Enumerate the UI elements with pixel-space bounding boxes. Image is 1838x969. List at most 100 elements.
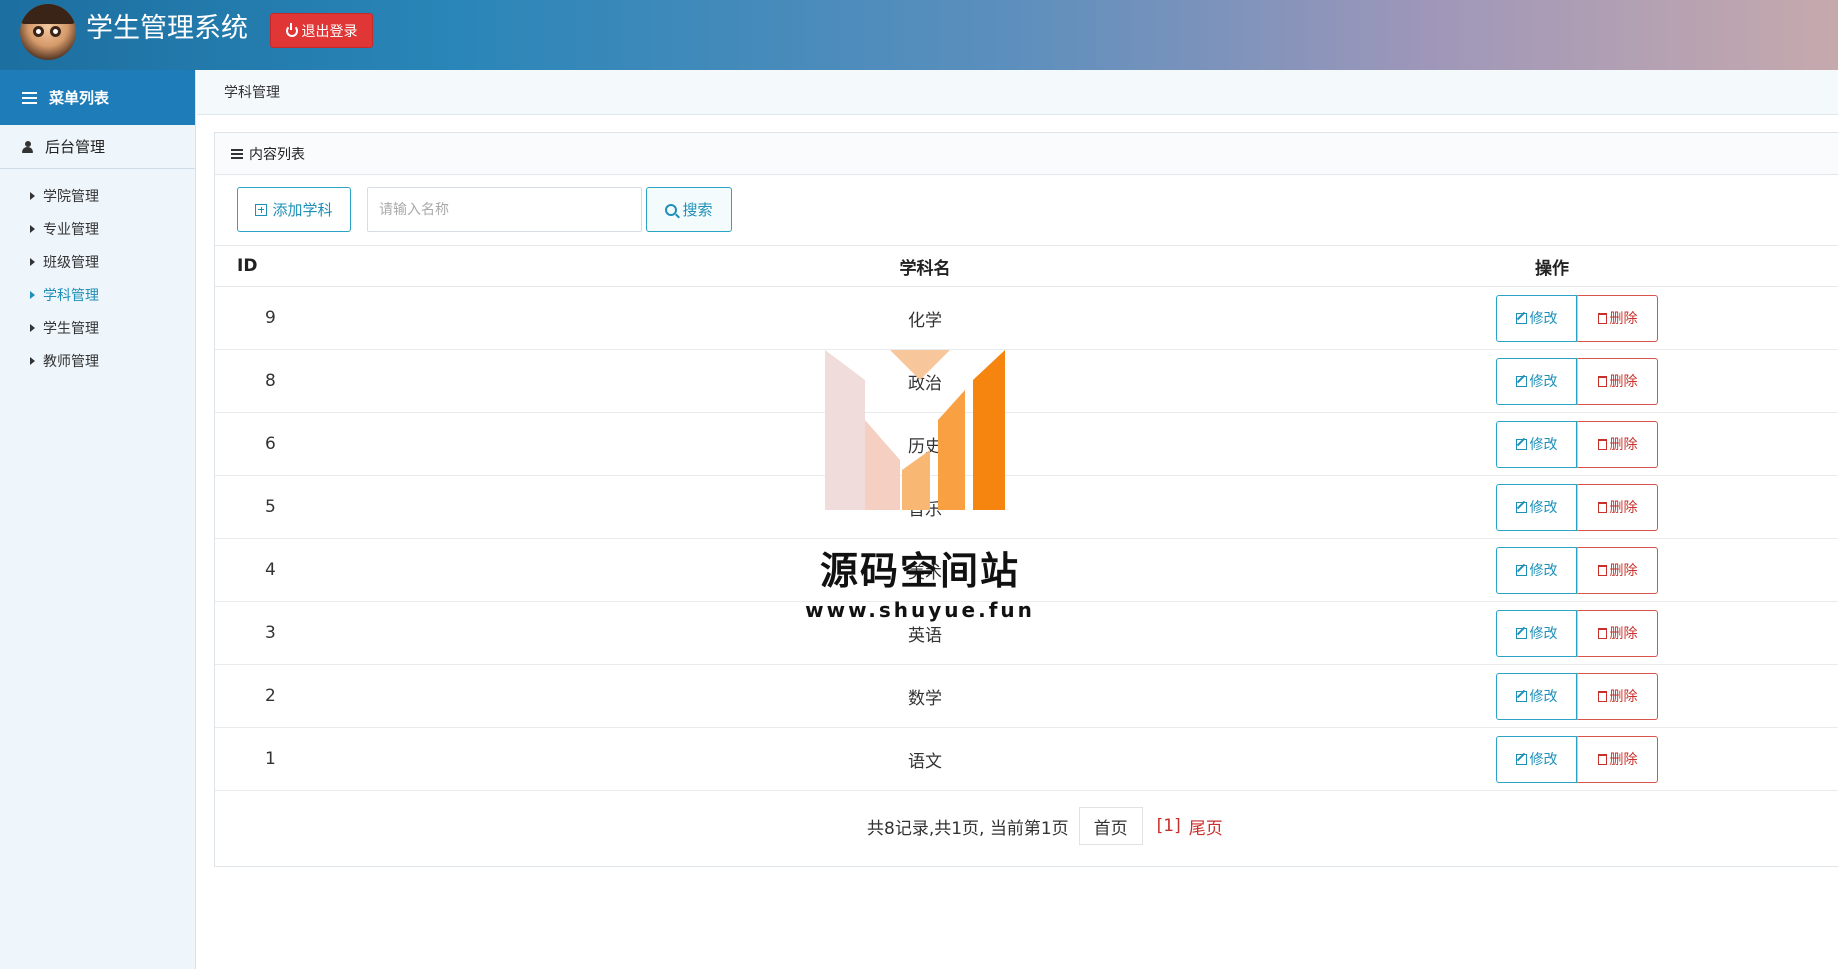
edit-label: 修改 (1529, 563, 1558, 579)
sidebar-item-subject[interactable]: 学科管理 (0, 278, 195, 311)
sidebar: 菜单列表 后台管理 学院管理 专业管理 班级管理 学科管理 学生管理 教师管理 (0, 70, 196, 969)
trash-icon (1597, 690, 1607, 702)
search-button[interactable]: 搜索 (646, 187, 732, 232)
action-group: 修改 删除 (1496, 420, 1658, 468)
delete-button[interactable]: 删除 (1577, 420, 1658, 468)
delete-button[interactable]: 删除 (1577, 546, 1658, 594)
caret-right-icon (30, 257, 35, 266)
sidebar-item-major[interactable]: 专业管理 (0, 212, 195, 245)
trash-icon (1597, 375, 1607, 387)
caret-right-icon (30, 356, 35, 365)
cell-id: 9 (215, 286, 755, 350)
edit-label: 修改 (1529, 374, 1558, 390)
edit-button[interactable]: 修改 (1496, 420, 1577, 468)
caret-right-icon (30, 290, 35, 299)
edit-button[interactable]: 修改 (1496, 672, 1577, 720)
sidebar-item-label: 班级管理 (43, 254, 99, 271)
delete-button[interactable]: 删除 (1577, 483, 1658, 531)
cell-id: 4 (215, 538, 755, 602)
delete-label: 删除 (1609, 437, 1638, 453)
table-row: 6 历史 修改 删除 (215, 412, 1838, 476)
search-icon (665, 203, 678, 216)
plus-square-icon (255, 203, 268, 216)
delete-label: 删除 (1609, 500, 1638, 516)
menu-group-label: 后台管理 (45, 138, 106, 156)
top-header: 学生管理系统 退出登录 (0, 0, 1838, 70)
cell-actions: 修改 删除 (1095, 475, 1838, 539)
edit-button[interactable]: 修改 (1496, 483, 1577, 531)
panel-title: 内容列表 (249, 146, 305, 163)
cell-id: 1 (215, 727, 755, 791)
pagination-summary: 共8记录,共1页, 当前第1页 (867, 818, 1069, 839)
delete-button[interactable]: 删除 (1577, 294, 1658, 342)
action-group: 修改 删除 (1496, 357, 1658, 405)
edit-button[interactable]: 修改 (1496, 294, 1577, 342)
action-group: 修改 删除 (1496, 735, 1658, 783)
cell-actions: 修改 删除 (1095, 412, 1838, 476)
sidebar-item-label: 学院管理 (43, 188, 99, 205)
search-input[interactable] (367, 187, 642, 232)
delete-button[interactable]: 删除 (1577, 609, 1658, 657)
trash-icon (1597, 564, 1607, 576)
cell-actions: 修改 删除 (1095, 664, 1838, 728)
table-row: 9 化学 修改 删除 (215, 286, 1838, 350)
sidebar-item-student[interactable]: 学生管理 (0, 311, 195, 344)
cell-id: 5 (215, 475, 755, 539)
cell-subject-name: 化学 (755, 286, 1095, 350)
breadcrumb-current: 学科管理 (224, 85, 280, 101)
trash-icon (1597, 501, 1607, 513)
edit-label: 修改 (1529, 752, 1558, 768)
sidebar-item-teacher[interactable]: 教师管理 (0, 344, 195, 377)
delete-label: 删除 (1609, 563, 1638, 579)
cell-actions: 修改 删除 (1095, 727, 1838, 791)
table-row: 5 音乐 修改 删除 (215, 475, 1838, 539)
sidebar-item-class[interactable]: 班级管理 (0, 245, 195, 278)
logout-button[interactable]: 退出登录 (270, 13, 373, 48)
edit-button[interactable]: 修改 (1496, 735, 1577, 783)
cell-actions: 修改 删除 (1095, 349, 1838, 413)
action-group: 修改 删除 (1496, 483, 1658, 531)
cell-subject-name: 数学 (755, 664, 1095, 728)
add-subject-label: 添加学科 (272, 201, 333, 219)
edit-icon (1515, 438, 1527, 450)
cell-id: 6 (215, 412, 755, 476)
cell-subject-name: 政治 (755, 349, 1095, 413)
cell-subject-name: 历史 (755, 412, 1095, 476)
action-group: 修改 删除 (1496, 546, 1658, 594)
trash-icon (1597, 627, 1607, 639)
current-page-link[interactable]: [1] (1157, 816, 1181, 836)
edit-icon (1515, 627, 1527, 639)
delete-button[interactable]: 删除 (1577, 735, 1658, 783)
menu-title: 菜单列表 (49, 89, 110, 107)
user-icon (22, 140, 33, 153)
sidebar-item-label: 学科管理 (43, 287, 99, 304)
first-page-button[interactable]: 首页 (1078, 807, 1143, 845)
delete-button[interactable]: 删除 (1577, 357, 1658, 405)
edit-button[interactable]: 修改 (1496, 357, 1577, 405)
last-page-link[interactable]: 尾页 (1189, 814, 1223, 839)
caret-right-icon (30, 224, 35, 233)
edit-button[interactable]: 修改 (1496, 609, 1577, 657)
breadcrumb: 学科管理 (197, 70, 1838, 115)
power-icon (285, 22, 298, 37)
delete-button[interactable]: 删除 (1577, 672, 1658, 720)
menu-items: 学院管理 专业管理 班级管理 学科管理 学生管理 教师管理 (0, 169, 195, 377)
sidebar-item-label: 教师管理 (43, 353, 99, 370)
app-title: 学生管理系统 (86, 13, 248, 44)
column-header-actions: 操作 (1095, 245, 1838, 287)
edit-icon (1515, 312, 1527, 324)
watermark-title: 源码空间站 (819, 549, 1020, 593)
cell-id: 8 (215, 349, 755, 413)
column-header-id: ID (215, 245, 755, 287)
action-group: 修改 删除 (1496, 609, 1658, 657)
menu-group-admin[interactable]: 后台管理 (0, 125, 195, 169)
content-panel: 内容列表 添加学科 搜索 ID 学科名 操作 9化学修改删除8政治修改删除6历史… (214, 132, 1838, 867)
delete-label: 删除 (1609, 311, 1638, 327)
edit-label: 修改 (1529, 437, 1558, 453)
delete-label: 删除 (1609, 752, 1638, 768)
search-label: 搜索 (682, 201, 713, 219)
cell-subject-name: 音乐 (755, 475, 1095, 539)
sidebar-item-college[interactable]: 学院管理 (0, 179, 195, 212)
edit-button[interactable]: 修改 (1496, 546, 1577, 594)
add-subject-button[interactable]: 添加学科 (237, 187, 351, 232)
